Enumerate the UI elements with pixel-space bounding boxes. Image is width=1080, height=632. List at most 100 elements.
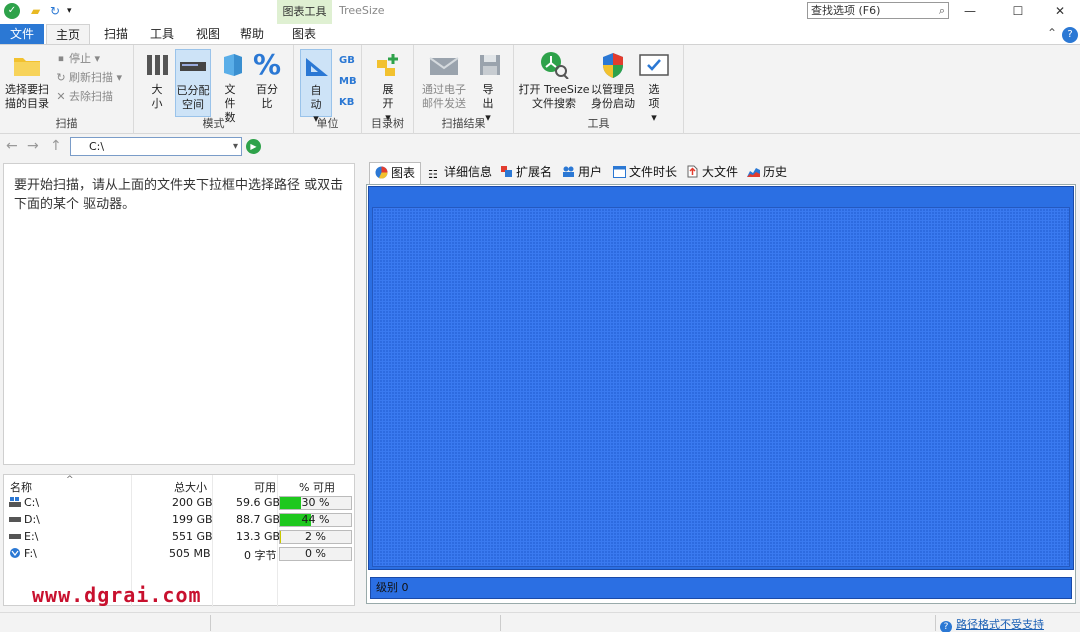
app-icon[interactable]: ✓ xyxy=(4,3,20,19)
unit-kb-button[interactable]: KB xyxy=(339,97,354,108)
group-label-scan: 扫描 xyxy=(55,117,78,130)
mode-percent-label: 百分比 xyxy=(256,83,278,110)
tab-file[interactable]: 文件 xyxy=(0,24,44,44)
help-icon[interactable]: ? xyxy=(1062,27,1078,43)
email-results-button[interactable]: 通过电子邮件发送 xyxy=(420,49,468,111)
maximize-button[interactable]: ☐ xyxy=(1003,2,1033,20)
export-text: 导出 xyxy=(482,83,494,110)
column-header-pct-free[interactable]: % 可用 xyxy=(299,479,335,495)
tab-file-age-label: 文件时长 xyxy=(629,165,678,179)
run-as-admin-label: 以管理员身份启动 xyxy=(591,83,635,110)
column-header-free[interactable]: 可用 xyxy=(254,479,276,495)
tab-tools[interactable]: 工具 xyxy=(140,24,184,44)
status-divider xyxy=(935,615,936,631)
unit-gb-button[interactable]: GB xyxy=(339,55,355,66)
scan-hint-pane: 要开始扫描，请从上面的文件夹下拉框中选择路径 或双击下面的某个 驱动器。 xyxy=(3,163,355,465)
size-bars-icon xyxy=(142,49,174,81)
ribbon-group-mode: 大小 已分配空间 文件数 % 百分比 模式 xyxy=(134,45,294,134)
tab-chart[interactable]: 图表 xyxy=(279,24,329,44)
start-scan-play-icon[interactable]: ▶ xyxy=(246,139,261,154)
tab-help[interactable]: 帮助 xyxy=(230,24,274,44)
mode-allocated-label: 已分配空间 xyxy=(176,84,210,111)
drive-free: 13.3 GB xyxy=(236,530,281,543)
tab-users[interactable]: 用户 xyxy=(557,162,607,184)
watermark-text: www.dgrai.com xyxy=(32,583,202,607)
search-icon: ⌕ xyxy=(938,4,945,17)
drive-free-bar: 2 % xyxy=(279,530,352,544)
tab-history-label: 历史 xyxy=(763,165,788,179)
drive-row-c[interactable]: C:\ 200 GB 59.6 GB 30 % xyxy=(4,494,356,511)
group-label-unit: 单位 xyxy=(316,117,339,130)
drive-pct-label: 2 % xyxy=(305,530,326,543)
hard-drive-icon xyxy=(9,517,21,522)
drive-name: D:\ xyxy=(24,513,40,526)
pie-chart-icon xyxy=(375,166,388,179)
export-button[interactable]: 导出▾ xyxy=(474,49,502,125)
select-directory-label: 选择要扫描的目录 xyxy=(5,83,49,110)
folder-icon[interactable]: ▰ xyxy=(31,4,40,18)
hard-drive-icon xyxy=(9,534,21,539)
drive-name: F:\ xyxy=(24,547,37,560)
path-combobox[interactable]: C:\ ▾ xyxy=(70,137,242,156)
tab-extensions[interactable]: 扩展名 xyxy=(495,162,557,184)
refresh-icon: ↻ xyxy=(56,71,66,84)
quick-access-dropdown-icon[interactable]: ▾ xyxy=(67,6,72,16)
tab-view[interactable]: 视图 xyxy=(186,24,230,44)
select-directory-button[interactable]: 选择要扫描的目录 xyxy=(3,49,51,111)
level-bar[interactable]: 级别 0 xyxy=(370,577,1072,599)
ribbon-group-tree: 展开▾ 目录树 xyxy=(362,45,414,134)
mode-size-button[interactable]: 大小 xyxy=(142,49,172,111)
tab-file-age[interactable]: 文件时长 xyxy=(608,162,682,184)
open-file-search-button[interactable]: 打开 TreeSize 文件搜索 xyxy=(518,49,590,111)
stop-button[interactable]: ⏹ 停止 ▾ xyxy=(55,50,100,68)
calendar-icon xyxy=(613,166,626,178)
history-chart-icon xyxy=(747,168,760,177)
treemap-chart[interactable] xyxy=(368,186,1074,570)
mode-percent-button[interactable]: % 百分比 xyxy=(248,49,286,111)
email-results-label: 通过电子邮件发送 xyxy=(422,83,466,110)
extensions-icon xyxy=(501,166,512,177)
scan-hint-text: 要开始扫描，请从上面的文件夹下拉框中选择路径 或双击下面的某个 驱动器。 xyxy=(14,178,344,212)
drive-row-f[interactable]: F:\ 505 MB 0 字节 0 % xyxy=(4,545,356,562)
path-format-warning-link[interactable]: ? 路径格式不受支持 xyxy=(940,616,1044,632)
unit-mb-button[interactable]: MB xyxy=(339,76,357,87)
drive-row-e[interactable]: E:\ 551 GB 13.3 GB 2 % xyxy=(4,528,356,545)
stop-label: 停止 xyxy=(69,52,91,65)
mode-file-count-button[interactable]: 文件数 xyxy=(216,49,244,125)
run-as-admin-button[interactable]: 以管理员身份启动 xyxy=(590,49,636,111)
remove-scan-button[interactable]: ✕ 去除扫描 xyxy=(55,88,113,106)
unit-auto-button[interactable]: 自动▾ xyxy=(300,49,332,125)
drive-name: C:\ xyxy=(24,496,40,509)
tab-details[interactable]: ☷ 详细信息 xyxy=(423,162,497,184)
collapse-ribbon-icon[interactable]: ⌃ xyxy=(1047,26,1057,40)
close-button[interactable]: ✕ xyxy=(1045,2,1075,20)
tab-history[interactable]: 历史 xyxy=(742,162,792,184)
tab-chart-view[interactable]: 图表 xyxy=(369,162,422,184)
group-label-tools: 工具 xyxy=(587,117,610,130)
checkbox-options-icon xyxy=(638,49,670,81)
column-header-total[interactable]: 总大小 xyxy=(174,479,207,495)
tab-users-label: 用户 xyxy=(578,165,603,179)
options-button[interactable]: 选项▾ xyxy=(638,49,670,125)
tab-top-files[interactable]: 大文件 xyxy=(681,162,743,184)
up-arrow-icon[interactable]: ↑ xyxy=(50,138,62,154)
treemap-area[interactable] xyxy=(372,207,1070,567)
expand-button[interactable]: 展开▾ xyxy=(372,49,404,125)
search-options-input[interactable]: 查找选项 (F6) ⌕ xyxy=(807,2,949,19)
remove-icon: ✕ xyxy=(56,90,66,103)
chevron-down-icon[interactable]: ▾ xyxy=(233,138,238,155)
mode-allocated-button[interactable]: 已分配空间 xyxy=(175,49,211,117)
drive-row-d[interactable]: D:\ 199 GB 88.7 GB 44 % xyxy=(4,511,356,528)
view-tabs: 图表 ☷ 详细信息 扩展名 用户 文件时长 大文件 历史 xyxy=(365,160,1080,184)
tab-home[interactable]: 主页 xyxy=(46,24,90,44)
drive-free-bar: 30 % xyxy=(279,496,352,510)
forward-arrow-icon[interactable]: → xyxy=(27,138,39,154)
disk-icon xyxy=(177,50,209,82)
minimize-button[interactable]: — xyxy=(955,2,985,20)
refresh-icon[interactable]: ↻ xyxy=(50,4,60,18)
tab-scan[interactable]: 扫描 xyxy=(94,24,138,44)
column-header-name[interactable]: 名称 xyxy=(10,479,32,495)
back-arrow-icon[interactable]: ← xyxy=(6,138,18,154)
expand-text: 展开 xyxy=(382,83,394,110)
refresh-scan-button[interactable]: ↻ 刷新扫描 ▾ xyxy=(55,69,122,87)
